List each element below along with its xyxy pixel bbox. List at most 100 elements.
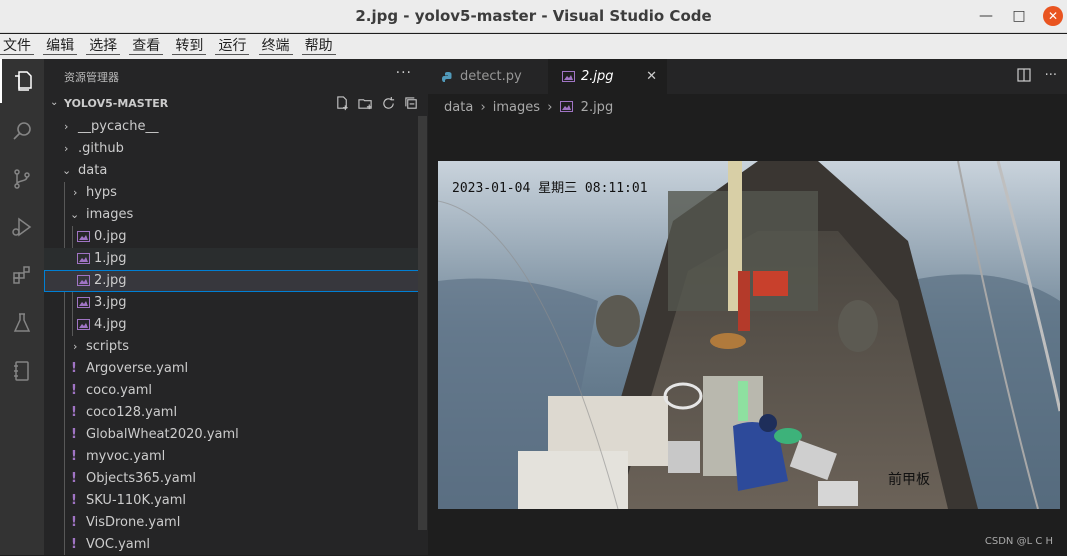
image-file-icon	[77, 297, 90, 308]
image-file-icon	[559, 101, 573, 112]
run-debug-icon[interactable]	[0, 205, 44, 249]
collapse-all-icon[interactable]	[403, 95, 420, 112]
refresh-icon[interactable]	[380, 95, 397, 112]
menu-file[interactable]: 文件	[0, 34, 34, 55]
tree-item-label: 4.jpg	[94, 317, 127, 332]
tree-item-label: data	[78, 163, 108, 178]
maximize-button[interactable]: □	[1009, 6, 1029, 26]
tree-item-0-jpg[interactable]: 0.jpg	[44, 226, 420, 248]
new-file-icon[interactable]	[334, 95, 351, 112]
tab-label: detect.py	[460, 69, 522, 84]
tree-item-label: coco.yaml	[86, 383, 153, 398]
menu-bar: 文件 编辑 选择 查看 转到 运行 终端 帮助	[0, 34, 1067, 59]
menu-view[interactable]: 查看	[129, 34, 164, 55]
tree-item-label: VOC.yaml	[86, 537, 151, 552]
image-file-icon	[77, 275, 90, 286]
breadcrumb-item[interactable]: data	[444, 100, 473, 115]
tree-item-label: 3.jpg	[94, 295, 127, 310]
yaml-file-icon: !	[71, 515, 77, 530]
breadcrumb-item[interactable]: 2.jpg	[581, 100, 614, 115]
new-folder-icon[interactable]	[357, 95, 374, 112]
close-window-button[interactable]: ✕	[1043, 6, 1063, 26]
image-file-icon	[77, 253, 90, 264]
breadcrumb: data › images › 2.jpg	[444, 97, 616, 119]
tree-item-voc-yaml[interactable]: ! VOC.yaml	[44, 534, 420, 556]
tree-item-github[interactable]: › .github	[44, 138, 420, 160]
menu-help[interactable]: 帮助	[301, 34, 336, 55]
tree-item-images[interactable]: ⌄ images	[44, 204, 420, 226]
notebook-icon[interactable]	[0, 349, 44, 393]
extensions-icon[interactable]	[0, 253, 44, 297]
breadcrumb-item[interactable]: images	[493, 100, 540, 115]
more-actions-icon[interactable]: ···	[396, 65, 412, 81]
chevron-down-icon: ⌄	[62, 164, 72, 177]
python-file-icon	[442, 72, 452, 82]
tree-item-label: SKU-110K.yaml	[86, 493, 187, 508]
project-header[interactable]: ⌄ YOLOV5-MASTER	[44, 93, 428, 115]
tree-item-sku110k-yaml[interactable]: ! SKU-110K.yaml	[44, 490, 420, 512]
tree-item-label: Objects365.yaml	[86, 471, 196, 486]
image-file-icon	[77, 319, 90, 330]
chevron-right-icon: ›	[73, 186, 78, 199]
tree-item-hyps[interactable]: › hyps	[44, 182, 420, 204]
tree-item-label: images	[86, 207, 134, 222]
minimize-button[interactable]: —	[976, 6, 996, 26]
tab-bar: detect.py 2.jpg ✕ ···	[428, 59, 1067, 94]
explorer-heading: 资源管理器	[64, 71, 119, 84]
menu-selection[interactable]: 选择	[86, 34, 121, 55]
tree-item-2-jpg[interactable]: 2.jpg	[44, 270, 420, 292]
tree-item-3-jpg[interactable]: 3.jpg	[44, 292, 420, 314]
tree-item-label: hyps	[86, 185, 117, 200]
split-editor-icon[interactable]	[1016, 68, 1031, 86]
tree-item-label: 0.jpg	[94, 229, 127, 244]
tree-item-objects365-yaml[interactable]: ! Objects365.yaml	[44, 468, 420, 490]
tree-item-label: GlobalWheat2020.yaml	[86, 427, 239, 442]
image-caption: 前甲板	[888, 471, 930, 488]
tree-item-data[interactable]: ⌄ data	[44, 160, 420, 182]
tree-item-label: .github	[78, 141, 124, 156]
tree-item-scripts[interactable]: › scripts	[44, 336, 420, 358]
breadcrumb-separator-icon: ›	[547, 100, 553, 115]
menu-go[interactable]: 转到	[172, 34, 207, 55]
tree-item-label: myvoc.yaml	[86, 449, 166, 464]
tree-item-pycache[interactable]: › __pycache__	[44, 116, 420, 138]
project-name: YOLOV5-MASTER	[64, 97, 169, 110]
image-file-icon	[77, 231, 90, 242]
chevron-down-icon: ⌄	[70, 208, 80, 221]
watermark: CSDN @L C H	[984, 536, 1053, 547]
image-timestamp: 2023-01-04 星期三 08:11:01	[452, 181, 648, 196]
yaml-file-icon: !	[71, 471, 77, 486]
tree-item-label: 2.jpg	[94, 273, 127, 288]
menu-edit[interactable]: 编辑	[43, 34, 78, 55]
search-icon[interactable]	[0, 109, 44, 153]
tree-item-coco128-yaml[interactable]: ! coco128.yaml	[44, 402, 420, 424]
tree-item-myvoc-yaml[interactable]: ! myvoc.yaml	[44, 446, 420, 468]
tree-item-globalwheat-yaml[interactable]: ! GlobalWheat2020.yaml	[44, 424, 420, 446]
menu-run[interactable]: 运行	[215, 34, 250, 55]
tree-item-coco-yaml[interactable]: ! coco.yaml	[44, 380, 420, 402]
tab-detect-py[interactable]: detect.py	[428, 59, 548, 94]
tree-item-label: __pycache__	[78, 119, 159, 134]
explorer-scrollbar[interactable]	[418, 116, 427, 530]
breadcrumb-separator-icon: ›	[480, 100, 486, 115]
tree-item-argoverse-yaml[interactable]: ! Argoverse.yaml	[44, 358, 420, 380]
testing-icon[interactable]	[0, 301, 44, 345]
tree-item-label: coco128.yaml	[86, 405, 178, 420]
tab-2-jpg[interactable]: 2.jpg ✕	[548, 59, 667, 94]
tree-item-label: 1.jpg	[94, 251, 127, 266]
tree-item-visdrone-yaml[interactable]: ! VisDrone.yaml	[44, 512, 420, 534]
yaml-file-icon: !	[71, 449, 77, 464]
explorer-icon[interactable]	[0, 59, 44, 103]
menu-terminal[interactable]: 终端	[258, 34, 293, 55]
more-actions-icon[interactable]: ···	[1045, 68, 1057, 86]
yaml-file-icon: !	[71, 361, 77, 376]
file-tree: › __pycache__ › .github ⌄ data › hyps ⌄ …	[44, 116, 420, 556]
tree-item-label: Argoverse.yaml	[86, 361, 189, 376]
close-tab-icon[interactable]: ✕	[646, 59, 657, 94]
tree-item-4-jpg[interactable]: 4.jpg	[44, 314, 420, 336]
tree-item-label: scripts	[86, 339, 129, 354]
tree-item-1-jpg[interactable]: 1.jpg	[44, 248, 420, 270]
source-control-icon[interactable]	[0, 157, 44, 201]
tab-label: 2.jpg	[581, 69, 614, 84]
chevron-right-icon: ›	[73, 340, 78, 353]
